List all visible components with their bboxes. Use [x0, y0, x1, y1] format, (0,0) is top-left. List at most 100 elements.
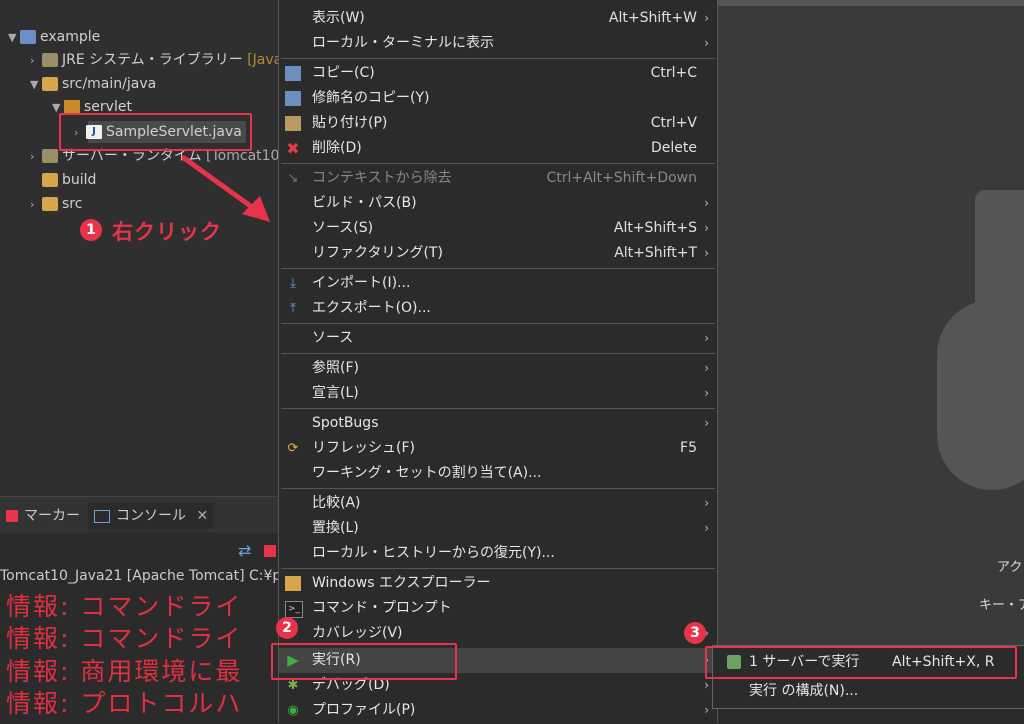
menu-item-refactor[interactable]: リファクタリング(T) Alt+Shift+T ›	[279, 241, 717, 266]
console-header: Tomcat10_Java21 [Apache Tomcat] C:¥p	[0, 568, 282, 584]
collapse-icon[interactable]: ›	[30, 146, 42, 168]
remove-context-icon: ↘	[287, 171, 299, 186]
submenu-item-run-configurations[interactable]: 実行 の構成(N)...	[713, 677, 1024, 705]
tree-row-src-main-java[interactable]: ▼ src/main/java	[30, 73, 156, 95]
menu-separator	[281, 408, 715, 409]
annotation-step-badge: 3	[684, 622, 706, 644]
package-icon	[64, 100, 80, 114]
import-icon: ⤓	[290, 276, 296, 291]
menu-item-copy[interactable]: コピー(C) Ctrl+C	[279, 61, 717, 86]
library-icon	[42, 149, 58, 163]
menu-item-windows-explorer[interactable]: Windows エクスプローラー	[279, 571, 717, 596]
console-log-line: 情報: コマンドライ	[6, 592, 243, 621]
collapse-icon[interactable]: ›	[30, 194, 42, 216]
annotation-highlight-run-on-server	[705, 646, 1017, 679]
tree-row-build[interactable]: build	[30, 169, 96, 191]
menu-item-spotbugs[interactable]: SpotBugs ›	[279, 411, 717, 436]
tab-markers[interactable]: マーカー	[6, 503, 82, 529]
tree-label: src/main/java	[62, 76, 157, 92]
expand-icon[interactable]: ▼	[8, 27, 20, 49]
submenu-arrow-icon: ›	[704, 416, 709, 430]
submenu-arrow-icon: ›	[704, 496, 709, 510]
annotation-highlight-file	[59, 113, 252, 151]
console-log-line: 情報: 商用環境に最	[6, 657, 243, 686]
collapse-icon[interactable]: ›	[30, 50, 42, 72]
menu-item-import[interactable]: ⤓ インポート(I)...	[279, 271, 717, 296]
close-icon[interactable]: ✕	[196, 508, 208, 524]
submenu-arrow-icon: ›	[704, 703, 709, 717]
tree-row-jre[interactable]: › JRE システム・ライブラリー [JavaSE	[30, 49, 300, 71]
source-folder-icon	[42, 77, 58, 91]
annotation-step-badge: 2	[276, 617, 298, 639]
menu-item-assign-working-set[interactable]: ワーキング・セットの割り当て(A)...	[279, 461, 717, 486]
menu-item-profile[interactable]: ◉ プロファイル(P) ›	[279, 698, 717, 723]
sync-icon[interactable]: ⇄	[238, 541, 251, 560]
tab-label: コンソール	[116, 508, 186, 524]
editor-hint-text: アク	[997, 560, 1023, 575]
qualified-copy-icon	[285, 91, 301, 106]
menu-separator	[281, 323, 715, 324]
terminal-icon: >_	[285, 601, 303, 618]
submenu-arrow-icon: ›	[704, 521, 709, 535]
editor-area: アク キー・ア	[717, 0, 1024, 645]
watermark-shape	[937, 300, 1024, 490]
menu-item-remove-from-context: ↘ コンテキストから除去 Ctrl+Alt+Shift+Down	[279, 166, 717, 191]
menu-item-delete[interactable]: ✖ 削除(D) Delete	[279, 136, 717, 161]
console-panel: マーカー コンソール ✕ ⇄ Tomcat10_Java21 [Apache T…	[0, 496, 282, 724]
menu-item-export[interactable]: ⤒ エクスポート(O)...	[279, 296, 717, 321]
profile-icon: ◉	[287, 703, 299, 718]
editor-hint-text: キー・ア	[979, 598, 1024, 613]
menu-item-copy-qualified[interactable]: 修飾名のコピー(Y)	[279, 86, 717, 111]
menu-item-restore-history[interactable]: ローカル・ヒストリーからの復元(Y)...	[279, 541, 717, 566]
library-icon	[42, 53, 58, 67]
submenu-arrow-icon: ›	[704, 36, 709, 50]
paste-icon	[285, 116, 301, 131]
annotation-arrow	[181, 155, 270, 222]
menu-item-build-path[interactable]: ビルド・パス(B) ›	[279, 191, 717, 216]
menu-item-replace[interactable]: 置換(L) ›	[279, 516, 717, 541]
run-submenu: 1 サーバーで実行 Alt+Shift+X, R 実行 の構成(N)...	[705, 645, 1024, 709]
menu-item-command-prompt[interactable]: >_ コマンド・プロンプト	[279, 596, 717, 621]
menu-item-source[interactable]: ソース(S) Alt+Shift+S ›	[279, 216, 717, 241]
menu-item-show-in-terminal[interactable]: ローカル・ターミナルに表示 ›	[279, 31, 717, 56]
menu-item-show-in[interactable]: 表示(W) Alt+Shift+W ›	[279, 6, 717, 31]
tree-row-src[interactable]: › src	[30, 193, 82, 215]
project-icon	[20, 30, 36, 44]
tree-row-project[interactable]: ▼ example	[8, 26, 100, 48]
tree-label: example	[40, 29, 101, 45]
menu-separator	[281, 58, 715, 59]
export-icon: ⤒	[290, 301, 296, 316]
menu-item-declarations[interactable]: 宣言(L) ›	[279, 381, 717, 406]
submenu-arrow-icon: ›	[704, 331, 709, 345]
explorer-icon	[285, 576, 301, 591]
console-icon	[94, 509, 110, 523]
project-explorer: ▼ example › JRE システム・ライブラリー [JavaSE ▼ src/m…	[0, 0, 302, 496]
expand-icon[interactable]: ▼	[30, 74, 42, 96]
copy-icon	[285, 66, 301, 81]
terminate-icon[interactable]	[264, 545, 276, 557]
submenu-arrow-icon: ›	[704, 221, 709, 235]
submenu-arrow-icon: ›	[704, 196, 709, 210]
menu-item-refresh[interactable]: ⟳ リフレッシュ(F) F5	[279, 436, 717, 461]
console-log-line: 情報: コマンドライ	[6, 624, 243, 653]
menu-item-source-sub[interactable]: ソース ›	[279, 326, 717, 351]
submenu-arrow-icon: ›	[704, 361, 709, 375]
tab-console[interactable]: コンソール ✕	[88, 503, 214, 529]
menu-separator	[281, 488, 715, 489]
tree-label: src	[62, 196, 83, 212]
annotation-highlight-run	[271, 643, 457, 680]
menu-separator	[281, 268, 715, 269]
folder-icon	[42, 197, 58, 211]
menu-item-compare[interactable]: 比較(A) ›	[279, 491, 717, 516]
markers-icon	[6, 510, 18, 522]
annotation-step-badge: 1	[80, 219, 102, 241]
submenu-arrow-icon: ›	[704, 386, 709, 400]
delete-icon: ✖	[286, 139, 300, 158]
submenu-arrow-icon: ›	[704, 246, 709, 260]
menu-item-paste[interactable]: 貼り付け(P) Ctrl+V	[279, 111, 717, 136]
console-log-line: 情報: プロトコルハ	[6, 689, 243, 718]
tree-label: JRE システム・ライブラリー	[62, 52, 243, 68]
submenu-arrow-icon: ›	[704, 11, 709, 25]
menu-separator	[281, 353, 715, 354]
menu-item-references[interactable]: 参照(F) ›	[279, 356, 717, 381]
